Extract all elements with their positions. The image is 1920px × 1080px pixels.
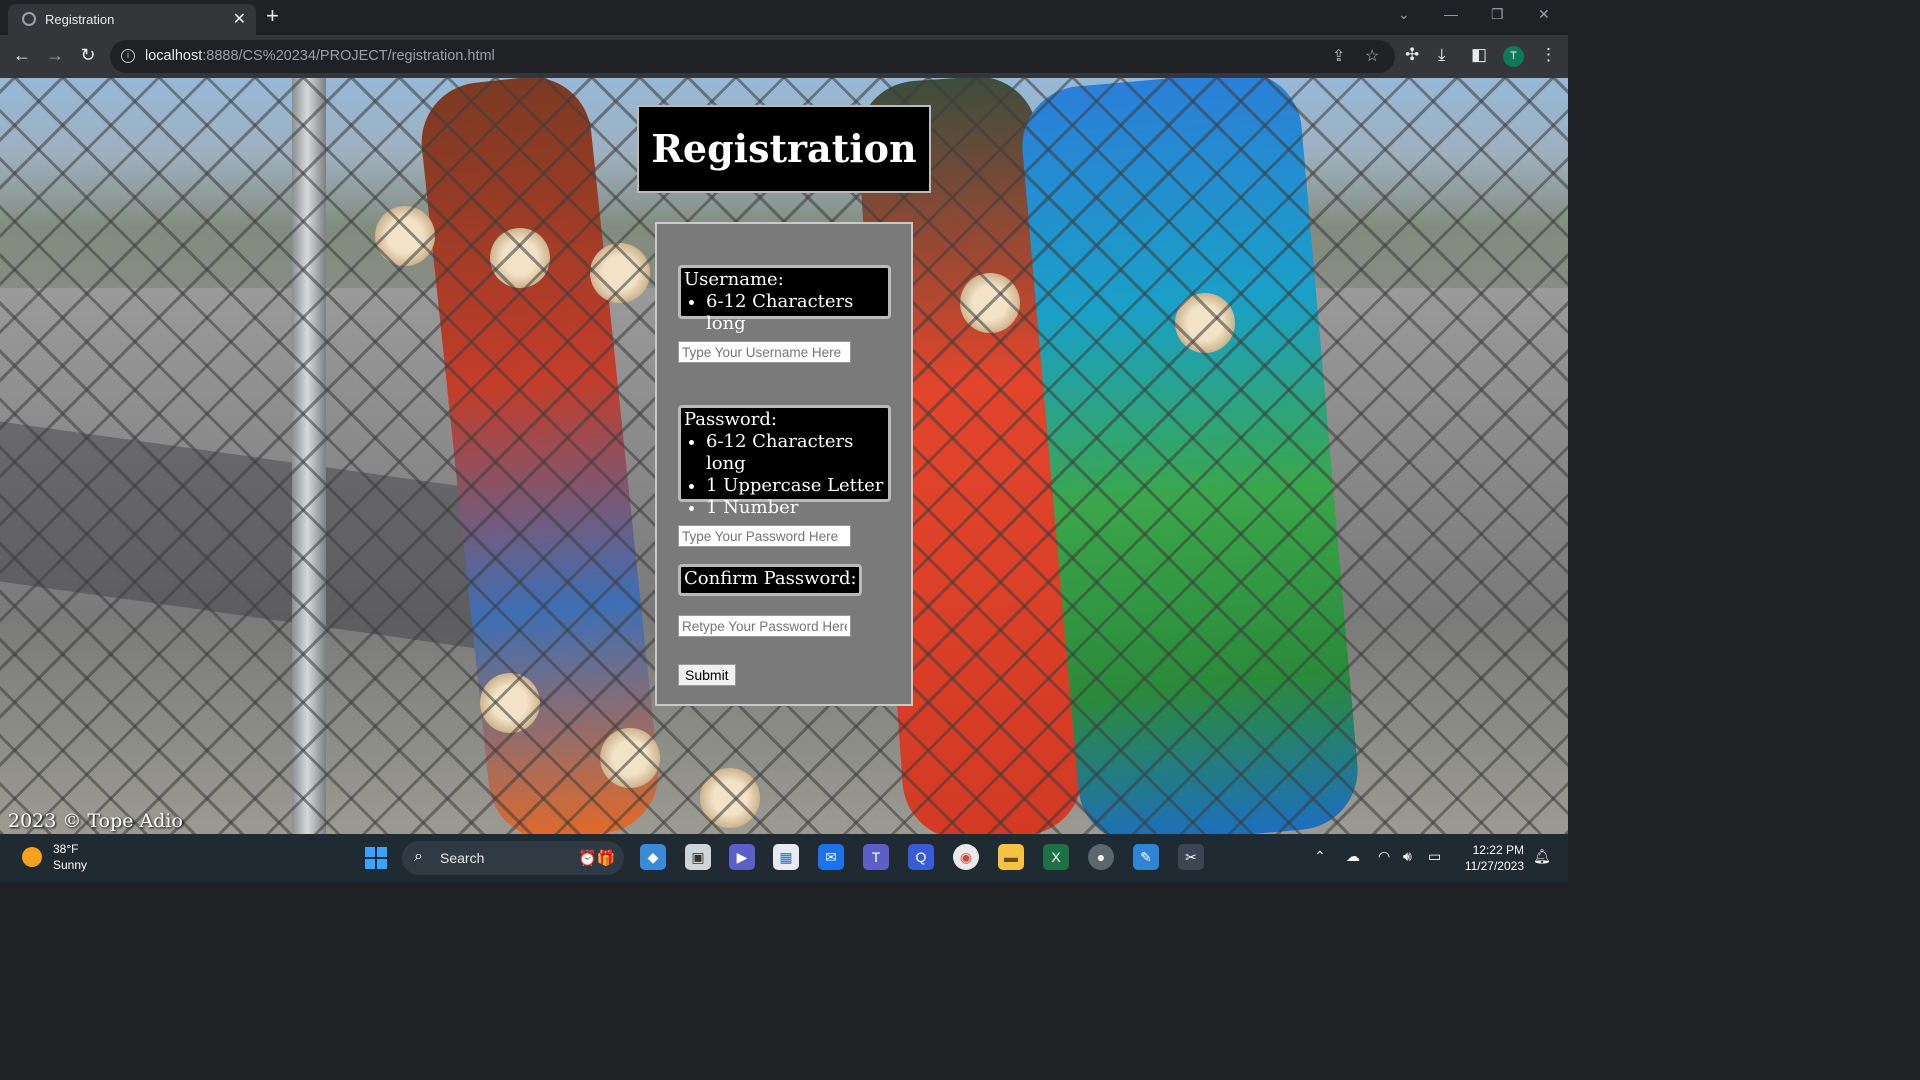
teams-meet-icon[interactable]: ▶: [729, 844, 755, 870]
confirm-password-label-box: Confirm Password:: [678, 564, 862, 596]
page-title: Registration: [637, 105, 931, 193]
new-tab-button[interactable]: +: [266, 5, 279, 27]
clock-date: 11/27/2023: [1464, 859, 1524, 873]
extensions-puzzle-icon[interactable]: ✣: [1405, 45, 1419, 65]
mail-icon[interactable]: ✉: [818, 844, 844, 870]
back-arrow-icon[interactable]: ←: [10, 45, 34, 66]
username-rules-list: 6-12 Characters long: [684, 291, 886, 335]
minimize-icon[interactable]: —: [1444, 6, 1458, 22]
app-q-icon[interactable]: Q: [908, 844, 934, 870]
window-close-icon[interactable]: ✕: [1538, 6, 1550, 23]
confirm-password-label: Confirm Password:: [684, 568, 857, 589]
tab-registration[interactable]: Registration ✕: [8, 4, 256, 35]
chrome-icon[interactable]: ◉: [953, 844, 979, 870]
username-rule: 6-12 Characters long: [706, 291, 886, 335]
site-info-icon[interactable]: i: [121, 49, 135, 63]
menu-kebab-icon[interactable]: ⋮: [1540, 45, 1557, 65]
paint-icon[interactable]: ✎: [1133, 844, 1159, 870]
username-input[interactable]: [678, 341, 851, 363]
submit-button[interactable]: Submit: [678, 664, 736, 686]
microsoft-store-icon[interactable]: ▦: [773, 844, 799, 870]
tab-title: Registration: [45, 12, 115, 27]
weather-temperature[interactable]: 38°F: [53, 842, 78, 856]
search-icon: ⌕: [414, 848, 423, 865]
username-requirements: Username: 6-12 Characters long: [678, 265, 891, 334]
search-highlight-icon: ⏰🎁: [578, 850, 616, 867]
file-explorer-icon[interactable]: ▬: [998, 844, 1024, 870]
windows-start-icon[interactable]: [365, 847, 387, 869]
registration-form: Username: 6-12 Characters long Password:…: [655, 222, 913, 706]
password-rule: 1 Number: [706, 497, 886, 519]
confirm-password-input[interactable]: [678, 615, 851, 637]
password-requirements: Password: 6-12 Characters long 1 Upperca…: [678, 405, 891, 518]
globe-icon: [22, 12, 36, 26]
tab-search-chevron-icon[interactable]: ⌄: [1398, 6, 1410, 23]
password-input[interactable]: [678, 525, 851, 547]
teams-icon[interactable]: T: [863, 844, 889, 870]
search-label: Search: [440, 850, 485, 866]
github-icon[interactable]: ●: [1088, 844, 1114, 870]
volume-icon[interactable]: 🔊︎: [1403, 848, 1412, 865]
battery-icon[interactable]: ▭: [1428, 848, 1441, 865]
side-panel-icon[interactable]: ◧: [1471, 45, 1487, 65]
password-rules-list: 6-12 Characters long 1 Uppercase Letter …: [684, 431, 886, 519]
taskbar: 38°F Sunny ⌕ Search ⏰🎁 ◆ ▣ ▶ ▦ ✉ T Q ◉ ▬…: [0, 834, 1568, 882]
wifi-icon[interactable]: ◠: [1378, 848, 1390, 865]
password-rule: 6-12 Characters long: [706, 431, 886, 475]
copilot-app-icon[interactable]: ◆: [640, 844, 666, 870]
system-clock[interactable]: 12:22 PM 11/27/2023: [1462, 842, 1524, 874]
excel-icon[interactable]: X: [1043, 844, 1069, 870]
notification-bell-icon[interactable]: 🔔︎: [1533, 848, 1551, 865]
address-bar[interactable]: i localhost:8888/CS%20234/PROJECT/regist…: [110, 40, 1395, 73]
share-icon[interactable]: ⇪: [1332, 46, 1345, 66]
snipping-tool-icon[interactable]: ✂: [1178, 844, 1204, 870]
username-label: Username:: [684, 269, 784, 290]
page-viewport: Registration Username: 6-12 Characters l…: [0, 78, 1568, 834]
profile-avatar[interactable]: T: [1503, 46, 1524, 67]
weather-sun-icon[interactable]: [22, 847, 42, 867]
show-hidden-icons-chevron-icon[interactable]: ⌃: [1314, 848, 1326, 865]
tab-strip: Registration ✕ + ⌄ — ❐ ✕: [0, 0, 1568, 35]
onedrive-cloud-icon[interactable]: ☁: [1346, 848, 1360, 865]
clock-time: 12:22 PM: [1472, 843, 1524, 857]
password-rule: 1 Uppercase Letter: [706, 475, 886, 497]
restore-icon[interactable]: ❐: [1491, 6, 1504, 23]
password-label: Password:: [684, 409, 777, 430]
task-view-icon[interactable]: ▣: [685, 844, 711, 870]
close-tab-icon[interactable]: ✕: [233, 9, 246, 29]
copyright-footer: 2023 © Tope Adio: [8, 810, 183, 832]
reload-icon[interactable]: ↻: [76, 45, 100, 66]
taskbar-search[interactable]: ⌕ Search ⏰🎁: [402, 841, 624, 875]
forward-arrow-icon[interactable]: →: [43, 45, 67, 66]
browser-toolbar: ← → ↻ i localhost:8888/CS%20234/PROJECT/…: [0, 35, 1568, 78]
weather-description[interactable]: Sunny: [53, 858, 87, 872]
download-icon[interactable]: ⤓: [1438, 45, 1446, 65]
bookmark-star-icon[interactable]: ☆: [1365, 46, 1379, 66]
url-text[interactable]: localhost:8888/CS%20234/PROJECT/registra…: [145, 48, 495, 64]
